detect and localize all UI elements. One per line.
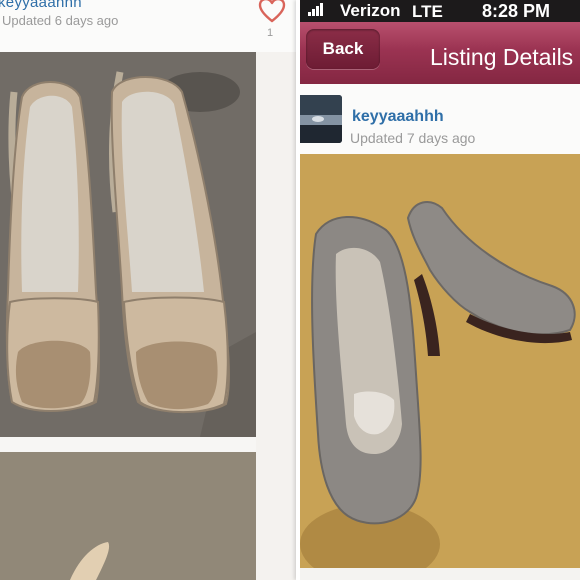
right-listing-screen: Verizon LTE 8:28 PM Back Listing Details…	[300, 0, 580, 580]
left-listing-screen: keyyaaahhh Updated 6 days ago 1	[0, 0, 300, 580]
back-button[interactable]: Back	[306, 29, 380, 69]
seller-username-link[interactable]: keyyaaahhh	[352, 108, 444, 126]
like-count: 1	[267, 27, 274, 39]
updated-timestamp: Updated 7 days ago	[350, 130, 476, 146]
seller-info-row: keyyaaahhh Updated 7 days ago	[300, 84, 580, 154]
screenshot-collage: keyyaaahhh Updated 6 days ago 1 Verizon …	[0, 0, 580, 580]
network-type: LTE	[412, 2, 443, 21]
signal-bars-icon	[308, 2, 326, 16]
updated-timestamp: Updated 6 days ago	[2, 13, 119, 28]
avatar[interactable]	[300, 95, 342, 143]
page-title: Listing Details	[430, 44, 574, 70]
bottom-edge	[300, 568, 580, 580]
navigation-bar: Back Listing Details	[300, 22, 580, 85]
status-bar: Verizon LTE 8:28 PM	[300, 0, 580, 22]
listing-photo-secondary[interactable]	[0, 452, 256, 580]
status-clock: 8:28 PM	[482, 1, 551, 21]
left-listing-header: keyyaaahhh Updated 6 days ago 1	[0, 0, 300, 52]
listing-photo-slingback-heels[interactable]	[0, 52, 256, 437]
left-page-margin	[256, 52, 300, 580]
heart-outline-icon[interactable]	[257, 0, 287, 24]
carrier-name: Verizon	[340, 1, 401, 20]
seller-username-link[interactable]: keyyaaahhh	[0, 0, 82, 11]
listing-photo-suede-pumps[interactable]	[300, 154, 580, 580]
